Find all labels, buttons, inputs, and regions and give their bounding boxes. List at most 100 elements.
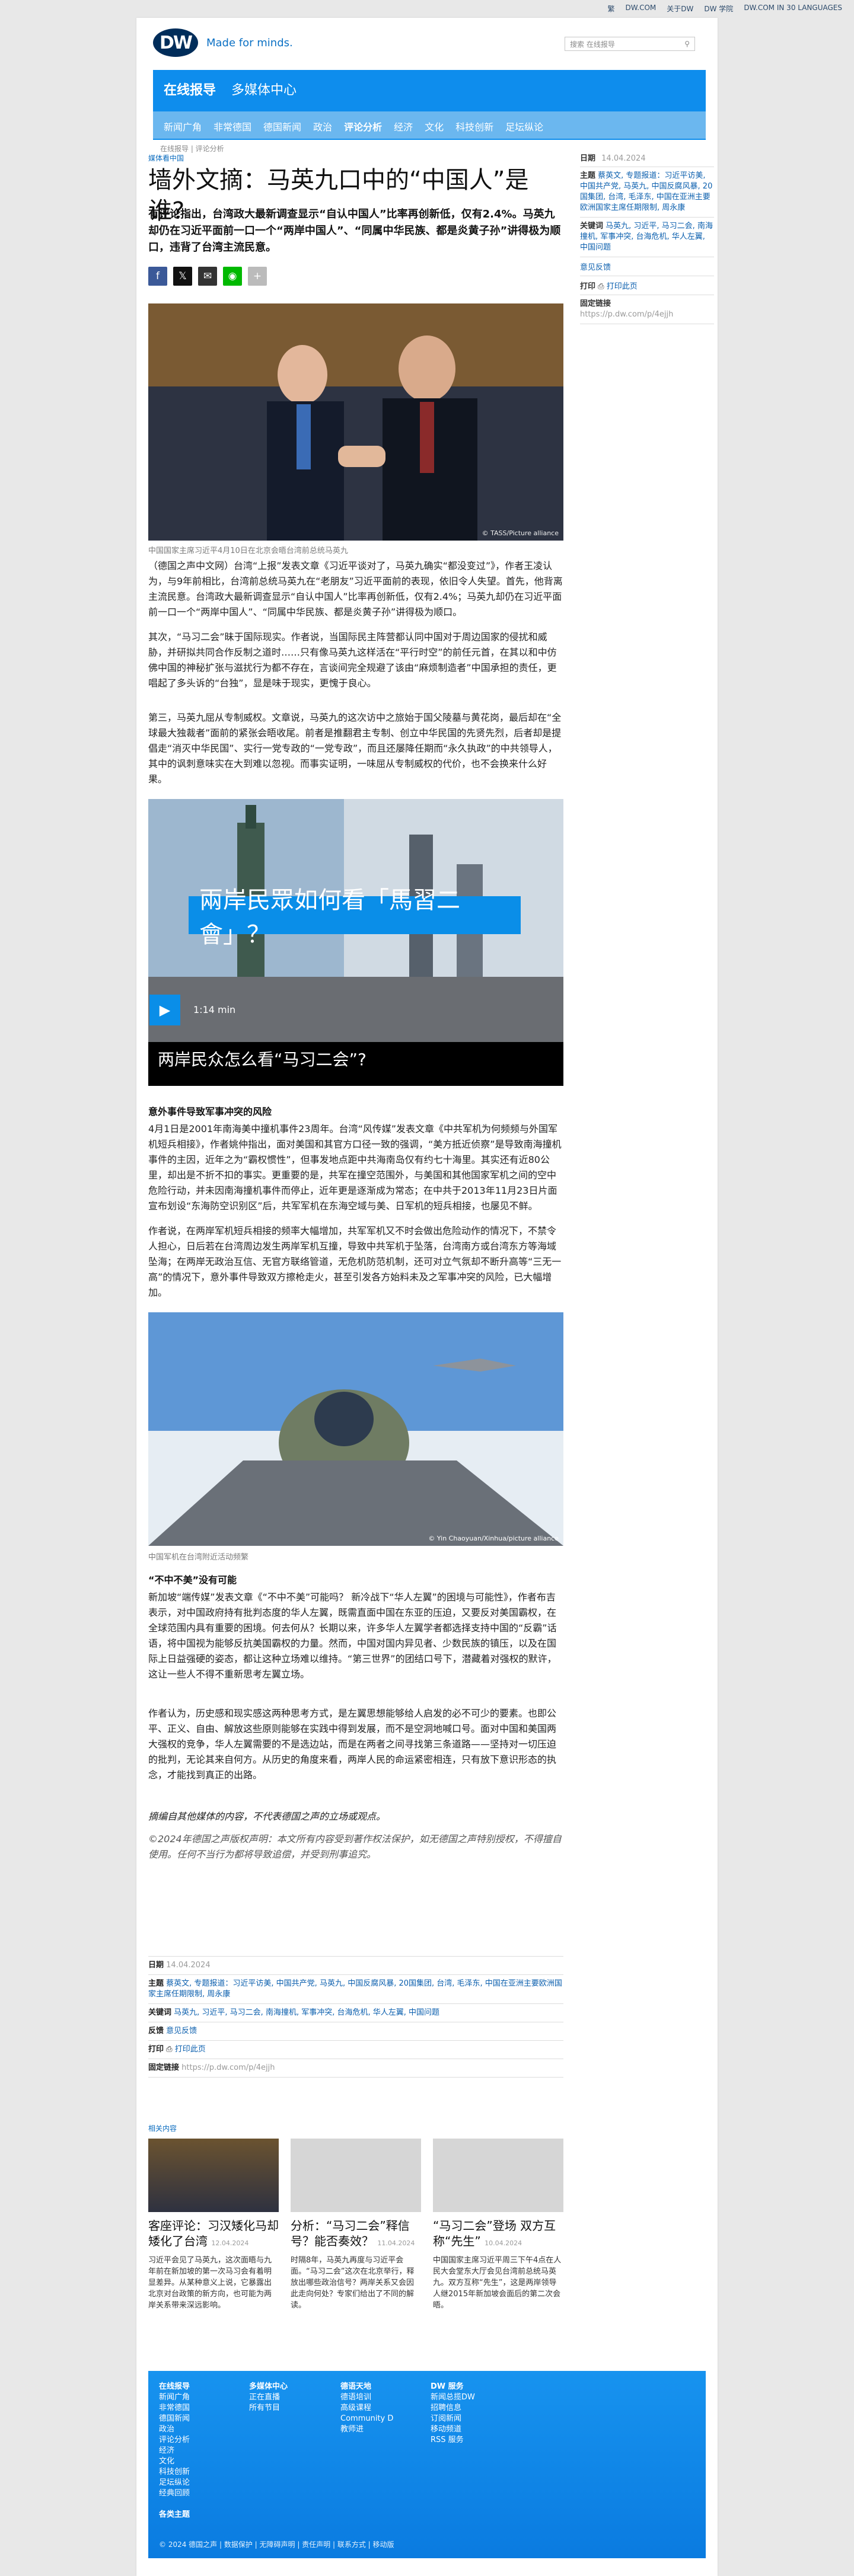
related-card[interactable]: 客座评论：习汉矮化马却矮化了台湾 12.04.2024 习近平会见了马英九，这次… bbox=[148, 2139, 279, 2311]
footer-heading[interactable]: 德语天地 bbox=[340, 2382, 393, 2392]
video-title[interactable]: 两岸民众怎么看“马习二会”? bbox=[158, 1042, 561, 1078]
footer-link[interactable]: 正在直播 bbox=[249, 2392, 288, 2403]
footer-heading[interactable]: 多媒体中心 bbox=[249, 2382, 288, 2392]
top-bar: 繁 DW.COM 关于DW DW 学院 DW.COM IN 30 LANGUAG… bbox=[0, 0, 854, 18]
related-thumbnail[interactable] bbox=[291, 2139, 421, 2212]
footer-link[interactable]: 非常德国 bbox=[159, 2403, 190, 2414]
subnav-culture[interactable]: 文化 bbox=[425, 119, 444, 133]
related-heading: 相关内容 bbox=[148, 2124, 177, 2133]
search-icon[interactable]: ⚲ bbox=[684, 40, 690, 48]
top-links: 繁 DW.COM 关于DW DW 学院 DW.COM IN 30 LANGUAG… bbox=[608, 4, 842, 14]
subnav-tech[interactable]: 科技创新 bbox=[455, 119, 493, 133]
link-traditional[interactable]: 繁 bbox=[608, 4, 615, 14]
paragraph: （德国之声中文网）台湾“上报”发表文章《习近平谈对了，马英九确实“都没变过”》，… bbox=[148, 560, 563, 618]
search-placeholder: 搜索 在线报导 bbox=[570, 40, 615, 49]
footer-link[interactable]: 所有节目 bbox=[249, 2403, 288, 2414]
footer-link[interactable]: 移动频道 bbox=[431, 2424, 475, 2435]
sidebar-feedback-link[interactable]: 意见反馈 bbox=[580, 263, 611, 272]
footer-column: DW 服务 新闻总揽DW 招聘信息 订阅新闻 移动频道 RSS 服务 bbox=[431, 2382, 475, 2446]
subnav-analysis[interactable]: 评论分析 bbox=[344, 119, 382, 133]
sidebar-print-link[interactable]: 打印此页 bbox=[607, 282, 638, 291]
footer-link[interactable]: 文化 bbox=[159, 2456, 190, 2467]
nav-online-reports[interactable]: 在线报导 bbox=[164, 79, 216, 98]
related-date: 11.04.2024 bbox=[377, 2239, 415, 2247]
subnav-football[interactable]: 足坛纵论 bbox=[505, 119, 543, 133]
meta-topics-links[interactable]: 蔡英文, 专题报道：习近平访美, 中国共产党, 马英九, 中国反腐风暴, 20国… bbox=[148, 1979, 562, 1999]
link-about[interactable]: 关于DW bbox=[667, 4, 693, 14]
related-thumbnail[interactable] bbox=[148, 2139, 279, 2212]
subnav-german-news[interactable]: 德国新闻 bbox=[263, 119, 301, 133]
nav-media-center[interactable]: 多媒体中心 bbox=[231, 79, 297, 98]
facebook-icon[interactable]: f bbox=[148, 267, 167, 286]
meta-print-label: 打印 bbox=[148, 2045, 164, 2054]
footer-link[interactable]: RSS 服务 bbox=[431, 2435, 475, 2446]
footer-link[interactable]: 经济 bbox=[159, 2446, 190, 2456]
related-card[interactable]: “马习二会”登场 双方互称“先生” 10.04.2024 中国国家主席习近平周三… bbox=[433, 2139, 563, 2311]
footer-link[interactable]: 德国新闻 bbox=[159, 2414, 190, 2424]
footer-extra[interactable]: 各类主题 bbox=[159, 2510, 190, 2520]
footer-heading[interactable]: DW 服务 bbox=[431, 2382, 475, 2392]
footer-link[interactable]: 评论分析 bbox=[159, 2435, 190, 2446]
footer-column: 多媒体中心 正在直播 所有节目 bbox=[249, 2382, 288, 2414]
footer-column: 德语天地 德语培训 高级课程 Community D 教师进 bbox=[340, 2382, 393, 2435]
sidebar-date: 14.04.2024 bbox=[601, 154, 646, 163]
line-icon[interactable]: ◉ bbox=[223, 267, 242, 286]
footer-copyright[interactable]: © 2024 德国之声 | 数据保护 | 无障碍声明 | 责任声明 | 联系方式… bbox=[159, 2539, 394, 2549]
footer-link[interactable]: 经典回顾 bbox=[159, 2488, 190, 2499]
article-image-meeting: © TASS/Picture alliance bbox=[148, 303, 563, 541]
tagline: Made for minds. bbox=[206, 37, 293, 49]
footer-link[interactable]: 德语培训 bbox=[340, 2392, 393, 2403]
footer-link[interactable]: 招聘信息 bbox=[431, 2403, 475, 2414]
print-icon[interactable]: ⎙ bbox=[166, 2045, 172, 2054]
email-icon[interactable]: ✉ bbox=[198, 267, 217, 286]
footer-heading[interactable]: 在线报导 bbox=[159, 2382, 190, 2392]
paragraph: 第三，马英九屈从专制威权。文章说，马英九的这次访中之旅始于国父陵墓与黄花岗，最后… bbox=[148, 712, 562, 785]
sidebar-print-label: 打印 bbox=[580, 282, 596, 291]
image-caption: 中国国家主席习近平4月10日在北京会晤台湾前总统马英九 bbox=[148, 546, 348, 555]
footer-link[interactable]: 高级课程 bbox=[340, 2403, 393, 2414]
link-academy[interactable]: DW 学院 bbox=[704, 4, 733, 14]
footer-link[interactable]: 教师进 bbox=[340, 2424, 393, 2435]
dw-logo[interactable]: DW bbox=[153, 28, 198, 57]
footer-link[interactable]: 足坛纵论 bbox=[159, 2478, 190, 2488]
related-date: 10.04.2024 bbox=[485, 2239, 522, 2247]
meta-feedback-link[interactable]: 意见反馈 bbox=[166, 2027, 197, 2035]
meta-date: 14.04.2024 bbox=[166, 1961, 211, 1970]
site-footer: 在线报导 新闻广角 非常德国 德国新闻 政治 评论分析 经济 文化 科技创新 足… bbox=[148, 2371, 706, 2558]
image-credit: © TASS/Picture alliance bbox=[482, 529, 559, 537]
x-icon[interactable]: 𝕏 bbox=[173, 267, 192, 286]
subnav-economy[interactable]: 经济 bbox=[394, 119, 413, 133]
meta-keywords-links[interactable]: 马英九, 习近平, 马习二会, 南海撞机, 军事冲突, 台海危机, 华人左翼, … bbox=[174, 2008, 439, 2017]
subnav-germany[interactable]: 非常德国 bbox=[214, 119, 251, 133]
paragraph: 作者认为，历史感和现实感这两种思考方式，是左翼思想能够给人启发的必不可少的要素。… bbox=[148, 1708, 557, 1781]
meta-permalink[interactable]: https://p.dw.com/p/4ejjh bbox=[181, 2063, 275, 2072]
search-input[interactable]: 搜索 在线报导 ⚲ bbox=[565, 37, 695, 51]
article-kicker[interactable]: 媒体看中国 bbox=[148, 153, 184, 163]
meta-permalink-label: 固定链接 bbox=[148, 2063, 180, 2072]
related-card[interactable]: 分析：“马习二会”释信号？能否奏效？ 11.04.2024 时隔8年，马英九再度… bbox=[291, 2139, 421, 2311]
sidebar-topics-links[interactable]: 蔡英文, 专题报道：习近平访美, 中国共产党, 马英九, 中国反腐风暴, 20国… bbox=[580, 171, 712, 212]
print-icon[interactable]: ⎙ bbox=[598, 282, 604, 291]
subnav-news[interactable]: 新闻广角 bbox=[164, 119, 202, 133]
jet-illustration bbox=[148, 1312, 563, 1546]
sidebar-permalink-label: 固定链接 bbox=[580, 299, 611, 308]
link-languages[interactable]: DW.COM IN 30 LANGUAGES bbox=[744, 4, 842, 14]
footer-link[interactable]: 新闻总揽DW bbox=[431, 2392, 475, 2403]
subnav-politics[interactable]: 政治 bbox=[313, 119, 332, 133]
play-icon[interactable]: ▶ bbox=[149, 995, 180, 1025]
plus-icon[interactable]: + bbox=[248, 267, 267, 286]
related-thumbnail[interactable] bbox=[433, 2139, 563, 2212]
footer-link[interactable]: 订阅新闻 bbox=[431, 2414, 475, 2424]
breadcrumb[interactable]: 在线报导 | 评论分析 bbox=[160, 143, 224, 154]
disclaimer: 摘编自其他媒体的内容，不代表德国之声的立场或观点。 bbox=[148, 1811, 386, 1822]
sidebar-permalink[interactable]: https://p.dw.com/p/4ejjh bbox=[580, 310, 673, 319]
meta-feedback-label: 反馈 bbox=[148, 2027, 164, 2035]
meta-topics-label: 主题 bbox=[148, 1979, 164, 1988]
footer-link[interactable]: 科技创新 bbox=[159, 2467, 190, 2478]
video-player[interactable]: 兩岸民眾如何看「馬習二會」？ ▶ 1:14 min 两岸民众怎么看“马习二会”? bbox=[148, 799, 563, 1086]
footer-link[interactable]: Community D bbox=[340, 2414, 393, 2424]
footer-link[interactable]: 新闻广角 bbox=[159, 2392, 190, 2403]
footer-link[interactable]: 政治 bbox=[159, 2424, 190, 2435]
meta-print-link[interactable]: 打印此页 bbox=[175, 2045, 206, 2054]
link-dwcom[interactable]: DW.COM bbox=[626, 4, 657, 14]
